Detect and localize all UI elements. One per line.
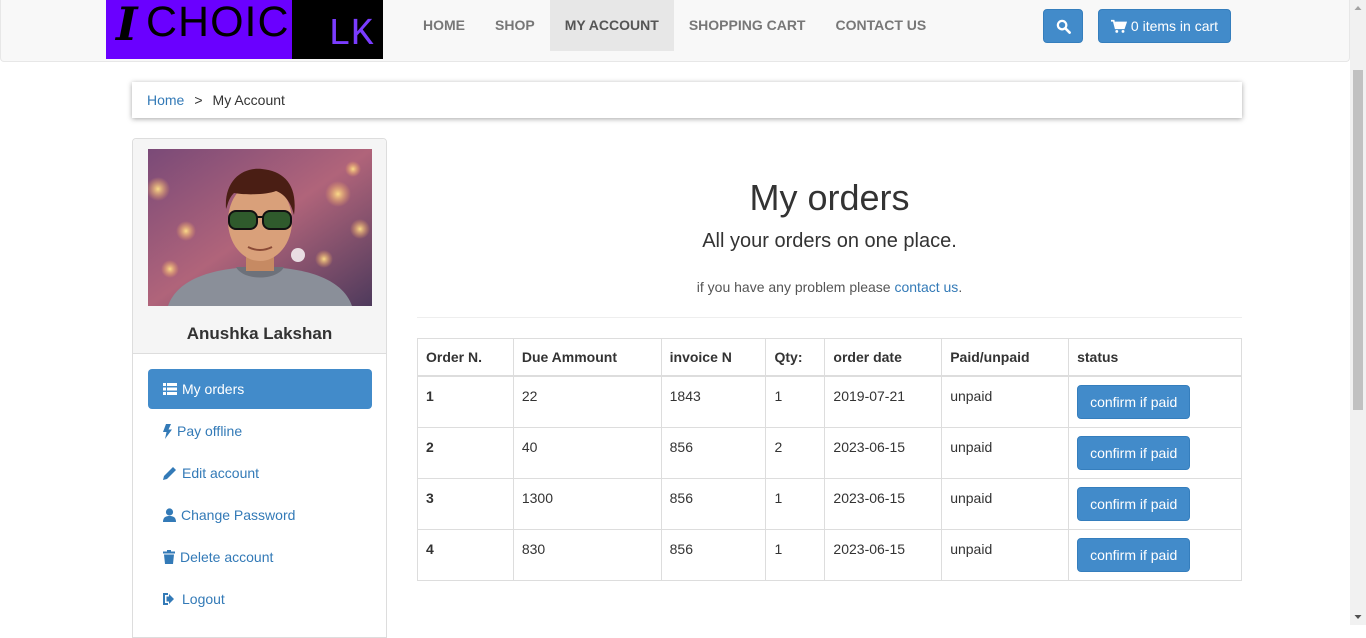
quantity-cell: 1 — [765, 477, 826, 530]
paid-status-cell: unpaid — [941, 375, 1070, 428]
nav-home[interactable]: HOME — [408, 0, 480, 51]
help-text-suffix: . — [958, 279, 963, 295]
column-header: status — [1068, 338, 1242, 377]
help-text-prefix: if you have any problem please — [696, 279, 895, 295]
invoice-number-cell: 1843 — [660, 375, 767, 428]
confirm-if-paid-button[interactable]: confirm if paid — [1077, 384, 1191, 419]
paid-status-cell: unpaid — [941, 477, 1070, 530]
column-header: order date — [824, 338, 943, 377]
paid-status-cell: unpaid — [941, 528, 1070, 581]
column-header: invoice N — [660, 338, 767, 377]
scroll-thumb[interactable] — [1353, 70, 1363, 410]
paid-status-cell: unpaid — [941, 426, 1070, 479]
top-navbar: I CHOICE LK HOME SHOP MY ACCOUNT SHOPPIN… — [0, 0, 1350, 62]
confirm-if-paid-button[interactable]: confirm if paid — [1077, 435, 1191, 470]
breadcrumb-home-link[interactable]: Home — [147, 92, 184, 108]
due-amount-cell: 830 — [512, 528, 662, 581]
sidebar-item-label: Logout — [182, 591, 225, 607]
nav-contact-us[interactable]: CONTACT US — [821, 0, 942, 51]
site-logo[interactable]: I CHOICE LK — [106, 0, 383, 59]
column-header: Qty: — [765, 338, 826, 377]
user-icon — [163, 508, 176, 522]
sidebar-item-label: Pay offline — [177, 423, 243, 439]
trash-icon — [163, 550, 175, 564]
sidebar-item-label: Delete account — [180, 549, 274, 565]
sidebar-item-label: Edit account — [182, 465, 260, 481]
due-amount-cell: 1300 — [512, 477, 662, 530]
search-icon — [1056, 19, 1071, 34]
search-button[interactable] — [1043, 9, 1083, 43]
invoice-number-cell: 856 — [660, 426, 767, 479]
logo-lk-text: LK — [328, 13, 374, 56]
order-number-cell: 4 — [417, 528, 514, 581]
user-avatar-illustration-icon — [148, 149, 372, 306]
page-subtitle: All your orders on one place. — [702, 230, 957, 252]
order-number-cell: 2 — [417, 426, 514, 479]
sidebar-item-pay-offline[interactable]: Pay offline — [148, 411, 372, 451]
invoice-number-cell: 856 — [660, 528, 767, 581]
order-date-cell: 2023-06-15 — [824, 477, 943, 530]
help-text: if you have any problem please contact u… — [417, 279, 1242, 295]
breadcrumb: Home > My Account — [132, 82, 1242, 118]
divider — [417, 317, 1242, 318]
status-cell: confirm if paid — [1068, 528, 1242, 581]
confirm-if-paid-button[interactable]: confirm if paid — [1077, 537, 1191, 572]
bolt-icon — [163, 423, 172, 439]
confirm-if-paid-button[interactable]: confirm if paid — [1077, 486, 1191, 521]
logo-choice-text: CHOICE — [146, 0, 320, 46]
nav-my-account[interactable]: MY ACCOUNT — [549, 0, 674, 51]
table-row: 4 830 856 1 2023-06-15 unpaid confirm if… — [417, 528, 1242, 581]
column-header: Paid/unpaid — [941, 338, 1070, 377]
orders-table: Order N. Due Ammount invoice N Qty: orde… — [417, 338, 1242, 581]
logout-icon — [163, 593, 174, 605]
table-row: 3 1300 856 1 2023-06-15 unpaid confirm i… — [417, 477, 1242, 530]
nav-shop[interactable]: SHOP — [480, 0, 550, 51]
status-cell: confirm if paid — [1068, 375, 1242, 428]
nav-shopping-cart[interactable]: SHOPPING CART — [674, 0, 821, 51]
user-name: Anushka Lakshan — [186, 324, 333, 343]
order-date-cell: 2023-06-15 — [824, 528, 943, 581]
breadcrumb-current: My Account — [212, 92, 285, 108]
quantity-cell: 1 — [765, 528, 826, 581]
shopping-cart-icon — [1110, 19, 1127, 33]
table-row: 2 40 856 2 2023-06-15 unpaid confirm if … — [417, 426, 1242, 479]
scroll-down-arrow-icon[interactable] — [1350, 609, 1366, 625]
invoice-number-cell: 856 — [660, 477, 767, 530]
sidebar-item-label: My orders — [182, 381, 245, 397]
page-title: My orders — [749, 177, 910, 218]
order-number-cell: 3 — [417, 477, 514, 530]
order-date-cell: 2023-06-15 — [824, 426, 943, 479]
sidebar-item-my-orders[interactable]: My orders — [148, 369, 372, 409]
sidebar-item-delete-account[interactable]: Delete account — [148, 537, 372, 577]
account-sidebar: Anushka Lakshan My orders Pay offline Ed… — [132, 138, 387, 638]
table-row: 1 22 1843 1 2019-07-21 unpaid confirm if… — [417, 375, 1242, 428]
order-number-cell: 1 — [417, 375, 514, 428]
sidebar-item-label: Change Password — [181, 507, 296, 523]
due-amount-cell: 40 — [512, 426, 662, 479]
sidebar-item-logout[interactable]: Logout — [148, 579, 372, 619]
cart-button[interactable]: 0 items in cart — [1098, 9, 1231, 43]
pencil-icon — [163, 467, 176, 480]
due-amount-cell: 22 — [512, 375, 662, 428]
avatar — [148, 149, 372, 306]
list-icon — [163, 383, 177, 395]
quantity-cell: 2 — [765, 426, 826, 479]
status-cell: confirm if paid — [1068, 426, 1242, 479]
column-header: Order N. — [417, 338, 514, 377]
breadcrumb-separator: > — [194, 92, 203, 108]
table-header-row: Order N. Due Ammount invoice N Qty: orde… — [417, 338, 1242, 377]
scroll-up-arrow-icon[interactable] — [1350, 0, 1366, 16]
quantity-cell: 1 — [765, 375, 826, 428]
column-header: Due Ammount — [512, 338, 662, 377]
page-scrollbar[interactable] — [1350, 0, 1366, 625]
sidebar-item-change-password[interactable]: Change Password — [148, 495, 372, 535]
cart-label: 0 items in cart — [1130, 18, 1219, 34]
order-date-cell: 2019-07-21 — [824, 375, 943, 428]
sidebar-item-edit-account[interactable]: Edit account — [148, 453, 372, 493]
account-menu: My orders Pay offline Edit account Chang… — [148, 369, 372, 621]
status-cell: confirm if paid — [1068, 477, 1242, 530]
logo-i-text: I — [116, 0, 138, 51]
main-nav: HOME SHOP MY ACCOUNT SHOPPING CART CONTA… — [408, 0, 941, 51]
contact-us-link[interactable]: contact us — [894, 279, 958, 295]
